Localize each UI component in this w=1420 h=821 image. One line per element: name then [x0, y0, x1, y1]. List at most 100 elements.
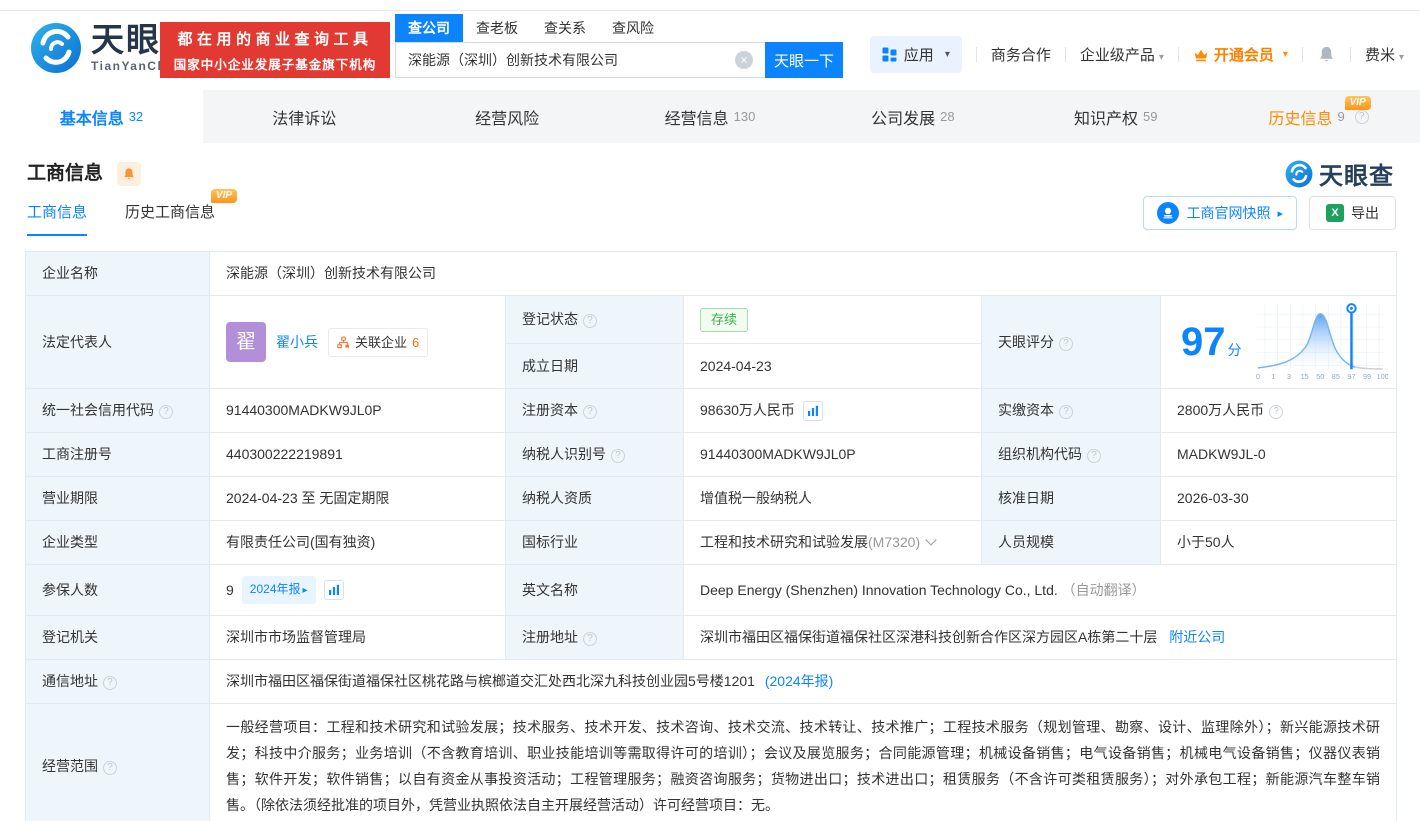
reg-authority-value: 深圳市市场监督管理局 — [209, 615, 506, 660]
divider — [1064, 47, 1066, 62]
user-menu[interactable]: 费米 — [1365, 44, 1404, 65]
search-tab-risk[interactable]: 查风险 — [599, 14, 667, 42]
reg-number-value: 440300222219891 — [209, 432, 506, 477]
search-button[interactable]: 天眼一下 — [765, 42, 843, 78]
svg-text:15: 15 — [1300, 372, 1308, 381]
subtab-history-business-info[interactable]: VIP 历史工商信息 — [125, 189, 238, 236]
search-area: 查公司 查老板 查关系 查风险 天眼一下 — [395, 14, 843, 78]
subscribe-bell-button[interactable] — [117, 161, 142, 186]
english-name-label: 英文名称 — [505, 564, 684, 616]
help-icon[interactable] — [1087, 449, 1101, 463]
subtab-business-info[interactable]: 工商信息 — [27, 201, 88, 236]
top-header: 天眼查 TianYanCha.com 都在用的商业查询工具 国家中小企业发展子基… — [0, 0, 1420, 90]
annual-report-badge[interactable]: 2024年报 — [241, 576, 316, 604]
help-icon[interactable] — [583, 632, 597, 646]
credit-code-value: 91440300MADKW9JL0P — [209, 388, 506, 433]
grid-icon — [882, 47, 897, 62]
export-button[interactable]: 导出 — [1309, 196, 1396, 230]
notifications-button[interactable] — [1317, 45, 1336, 64]
insured-label: 参保人数 — [25, 564, 210, 616]
help-icon[interactable] — [1354, 109, 1369, 124]
reg-number-label: 工商注册号 — [25, 432, 210, 477]
table-row: 企业名称 深能源（深圳）创新技术有限公司 — [25, 251, 1398, 296]
establish-date-value: 2024-04-23 — [683, 343, 982, 389]
score-label: 天眼评分 — [981, 295, 1161, 389]
bell-icon — [124, 168, 135, 179]
search-tab-relation[interactable]: 查关系 — [531, 14, 599, 42]
approval-date-label: 核准日期 — [981, 476, 1161, 521]
help-icon[interactable] — [159, 405, 173, 419]
business-info-table: 企业名称 深能源（深圳）创新技术有限公司 法定代表人 翟 翟小兵 关联企业 6 … — [25, 251, 1398, 821]
svg-text:3: 3 — [1287, 372, 1291, 381]
company-type-label: 企业类型 — [25, 520, 210, 565]
enterprise-products-menu[interactable]: 企业级产品 — [1080, 44, 1164, 65]
org-code-label: 组织机构代码 — [981, 432, 1161, 477]
svg-text:99: 99 — [1363, 372, 1371, 381]
chevron-down-icon[interactable] — [925, 534, 937, 546]
tab-history-info[interactable]: VIP 历史信息 9 — [1217, 90, 1420, 143]
clear-icon[interactable] — [735, 51, 753, 69]
svg-text:85: 85 — [1331, 372, 1339, 381]
help-icon[interactable] — [583, 405, 597, 419]
search-tabs: 查公司 查老板 查关系 查风险 — [395, 14, 843, 42]
reg-status-label: 登记状态 — [505, 294, 684, 345]
slogan-banner: 都在用的商业查询工具 国家中小企业发展子基金旗下机构 — [160, 22, 390, 78]
section-title: 工商信息 — [27, 163, 104, 184]
taxpayer-id-value: 91440300MADKW9JL0P — [683, 432, 982, 477]
tab-operating-risk[interactable]: 经营风险 — [406, 90, 609, 143]
subsection-bar: 工商信息 VIP 历史工商信息 工商官网快照 导出 — [0, 187, 1420, 236]
open-vip-menu[interactable]: 开通会员 — [1193, 44, 1288, 65]
official-snapshot-button[interactable]: 工商官网快照 — [1143, 196, 1297, 230]
company-name-value: 深能源（深圳）创新技术有限公司 — [208, 251, 1398, 296]
help-icon[interactable] — [1059, 405, 1073, 419]
avatar[interactable]: 翟 — [226, 322, 266, 362]
paid-capital-label: 实缴资本 — [981, 388, 1161, 433]
table-row: 法定代表人 翟 翟小兵 关联企业 6 登记状态? 存续 天眼评分? 97 分 0… — [25, 294, 1398, 389]
open-vip-label: 开通会员 — [1213, 47, 1274, 64]
industry-label: 国标行业 — [505, 520, 684, 565]
tianyancha-logo-icon — [1285, 160, 1313, 187]
header-nav: 应用 商务合作 企业级产品 开通会员 费米 — [869, 36, 1404, 73]
help-icon[interactable] — [1059, 336, 1073, 351]
search-tab-boss[interactable]: 查老板 — [463, 14, 531, 42]
credit-code-label: 统一社会信用代码 — [25, 388, 210, 433]
reg-authority-label: 登记机关 — [25, 615, 210, 660]
nearby-companies-link[interactable]: 附近公司 — [1169, 629, 1225, 645]
apps-menu[interactable]: 应用 — [869, 36, 962, 73]
help-icon[interactable] — [103, 676, 117, 690]
search-tab-company[interactable]: 查公司 — [395, 14, 463, 42]
reg-capital-label: 注册资本 — [505, 388, 684, 433]
tab-company-development[interactable]: 公司发展 28 — [811, 90, 1014, 143]
tab-intellectual-property[interactable]: 知识产权 59 — [1014, 90, 1217, 143]
section-header: 工商信息 天眼查 — [0, 143, 1420, 190]
insured-trend-icon[interactable] — [323, 580, 344, 600]
divider — [975, 47, 977, 62]
table-row: 经营范围 一般经营项目：工程和技术研究和试验发展；技术服务、技术开发、技术咨询、… — [25, 703, 1398, 821]
annual-report-link[interactable]: (2024年报) — [765, 673, 833, 689]
divider — [1301, 47, 1303, 62]
staff-size-label: 人员规模 — [981, 520, 1161, 565]
help-icon[interactable] — [611, 449, 625, 463]
tab-legal-proceedings[interactable]: 法律诉讼 — [203, 90, 406, 143]
mail-address-value: 深圳市福田区福保街道福保社区桃花路与槟榔道交汇处西北深九科技创业园5号楼1201… — [208, 659, 1398, 704]
mail-address-label: 通信地址 — [25, 659, 210, 704]
related-companies-badge[interactable]: 关联企业 6 — [328, 327, 429, 357]
industry-value: 工程和技术研究和试验发展(M7320) — [683, 520, 982, 565]
tab-basic-info[interactable]: 基本信息 32 — [0, 90, 203, 143]
search-input[interactable] — [395, 42, 765, 78]
approval-date-value: 2026-03-30 — [1159, 476, 1398, 521]
paid-capital-value: 2800万人民币 — [1159, 388, 1398, 433]
business-cooperation-link[interactable]: 商务合作 — [991, 44, 1051, 65]
table-row: 工商注册号 440300222219891 纳税人识别号 91440300MAD… — [25, 432, 1398, 477]
capital-trend-icon[interactable] — [802, 400, 823, 421]
reg-address-value: 深圳市福田区福保街道福保社区深港科技创新合作区深方园区A栋第二十层 附近公司 — [682, 615, 1398, 660]
help-icon[interactable] — [1269, 405, 1284, 419]
taxpayer-quality-value: 增值税一般纳税人 — [683, 476, 982, 521]
table-row: 登记机关 深圳市市场监督管理局 注册地址 深圳市福田区福保街道福保社区深港科技创… — [25, 615, 1398, 660]
apps-label: 应用 — [903, 47, 934, 64]
tab-operating-info[interactable]: 经营信息 130 — [609, 90, 812, 143]
legal-rep-link[interactable]: 翟小兵 — [276, 332, 318, 353]
help-icon[interactable] — [103, 760, 117, 775]
org-code-value: MADKW9JL-0 — [1159, 432, 1398, 477]
help-icon[interactable] — [583, 314, 597, 329]
